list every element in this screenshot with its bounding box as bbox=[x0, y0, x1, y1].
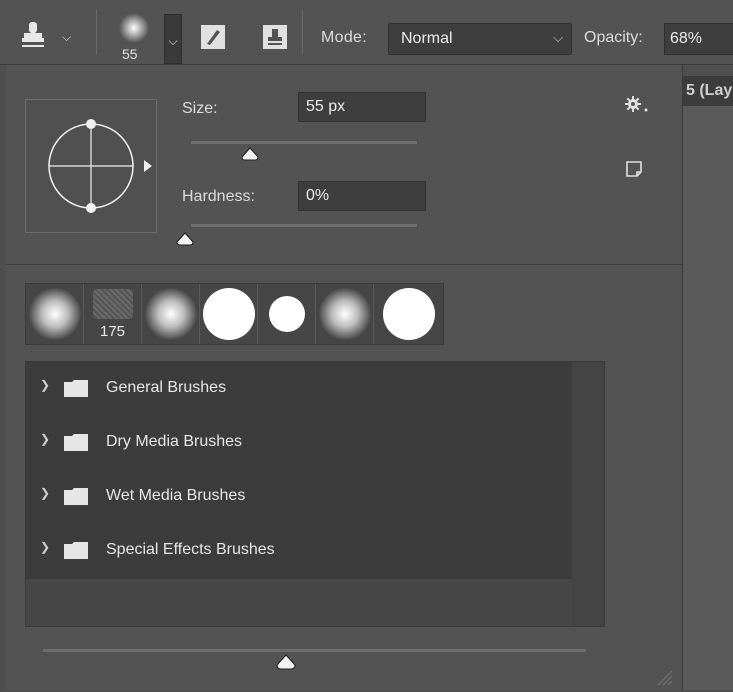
soft-round-brush-icon bbox=[28, 288, 81, 340]
clone-source-icon[interactable] bbox=[262, 24, 288, 50]
brush-preset[interactable] bbox=[26, 284, 84, 344]
brush-preset-size: 175 bbox=[99, 323, 126, 340]
folder-list-content: ❯ General Brushes ❯ Dry Media Brushes ❯ Wet M… bbox=[26, 362, 572, 579]
folder-icon bbox=[64, 380, 88, 397]
brush-preset[interactable] bbox=[200, 284, 258, 344]
preview-size-slider-track[interactable] bbox=[43, 649, 586, 652]
separator bbox=[302, 10, 303, 54]
preview-size-slider-thumb[interactable] bbox=[276, 654, 296, 670]
texture-brush-icon bbox=[92, 289, 133, 319]
brush-tip-preview[interactable] bbox=[25, 99, 157, 233]
opacity-field[interactable]: 68% bbox=[664, 23, 733, 55]
panel-divider bbox=[6, 264, 682, 265]
hard-round-brush-icon bbox=[268, 296, 305, 332]
soft-round-brush-icon bbox=[318, 288, 371, 340]
folder-icon bbox=[64, 542, 88, 559]
brush-settings-icon[interactable] bbox=[200, 24, 226, 50]
document-tab[interactable]: 5 (Lay bbox=[680, 76, 733, 106]
folder-item[interactable]: ❯ General Brushes bbox=[26, 362, 572, 416]
hard-round-brush-icon bbox=[202, 288, 255, 340]
hardness-slider-track[interactable] bbox=[191, 224, 417, 227]
mode-label: Mode: bbox=[321, 29, 367, 46]
brush-preset[interactable] bbox=[142, 284, 200, 344]
folder-icon bbox=[64, 488, 88, 505]
chevron-right-icon[interactable]: ❯ bbox=[40, 432, 50, 446]
chevron-right-icon[interactable]: ❯ bbox=[40, 378, 50, 392]
brush-preset[interactable] bbox=[374, 284, 443, 344]
hardness-value: 0% bbox=[306, 187, 330, 204]
brush-thumbnail[interactable] bbox=[118, 12, 150, 44]
mode-value: Normal bbox=[401, 30, 453, 47]
brush-preset[interactable] bbox=[258, 284, 316, 344]
stamp-icon[interactable] bbox=[16, 20, 50, 50]
hard-round-brush-icon bbox=[382, 288, 435, 340]
brush-folder-list: ❯ General Brushes ❯ Dry Media Brushes ❯ Wet M… bbox=[25, 361, 605, 627]
size-slider-thumb[interactable] bbox=[241, 147, 259, 161]
folder-label: General Brushes bbox=[106, 379, 227, 396]
chevron-right-icon[interactable]: ❯ bbox=[40, 486, 50, 500]
brush-preset[interactable]: 175 bbox=[84, 284, 142, 344]
folder-list-scrollbar[interactable] bbox=[572, 362, 604, 626]
folder-label: Wet Media Brushes bbox=[106, 487, 246, 504]
hardness-label: Hardness: bbox=[182, 188, 255, 205]
folder-label: Dry Media Brushes bbox=[106, 433, 243, 450]
opacity-label: Opacity: bbox=[584, 29, 643, 46]
separator bbox=[96, 10, 97, 54]
brush-preset-picker: Size: 55 px Hardness: 0% 175 ❯ General B… bbox=[6, 65, 683, 690]
chevron-down-icon: ⌵ bbox=[553, 30, 563, 45]
soft-round-brush-icon bbox=[144, 288, 197, 340]
size-input[interactable]: 55 px bbox=[298, 92, 426, 122]
gear-icon[interactable] bbox=[624, 95, 652, 115]
mode-dropdown[interactable]: Normal ⌵ bbox=[388, 23, 572, 55]
hardness-slider-thumb[interactable] bbox=[176, 232, 194, 246]
chevron-right-icon[interactable]: ❯ bbox=[40, 540, 50, 554]
size-value: 55 px bbox=[306, 98, 346, 115]
resize-grip-icon[interactable] bbox=[652, 665, 674, 687]
brush-picker-chevron-down-icon[interactable]: ⌵ bbox=[164, 14, 182, 64]
size-label: Size: bbox=[182, 100, 218, 117]
new-preset-icon[interactable] bbox=[625, 160, 643, 178]
folder-item[interactable]: ❯ Special Effects Brushes bbox=[26, 524, 572, 578]
tool-preset-chevron-down-icon[interactable]: ⌵ bbox=[62, 30, 71, 45]
size-slider-track[interactable] bbox=[191, 141, 417, 144]
options-bar: ⌵ 55 ⌵ Mode: Normal ⌵ Opacity: 68% bbox=[0, 0, 733, 65]
opacity-value: 68% bbox=[670, 30, 703, 47]
brush-preset[interactable] bbox=[316, 284, 374, 344]
document-canvas bbox=[680, 106, 733, 690]
hardness-input[interactable]: 0% bbox=[298, 181, 426, 211]
recent-brushes-strip: 175 bbox=[25, 283, 444, 345]
folder-item[interactable]: ❯ Wet Media Brushes bbox=[26, 470, 572, 524]
brush-size-readout: 55 bbox=[122, 46, 138, 62]
folder-label: Special Effects Brushes bbox=[106, 541, 275, 558]
folder-icon bbox=[64, 434, 88, 451]
folder-item[interactable]: ❯ Dry Media Brushes bbox=[26, 416, 572, 470]
